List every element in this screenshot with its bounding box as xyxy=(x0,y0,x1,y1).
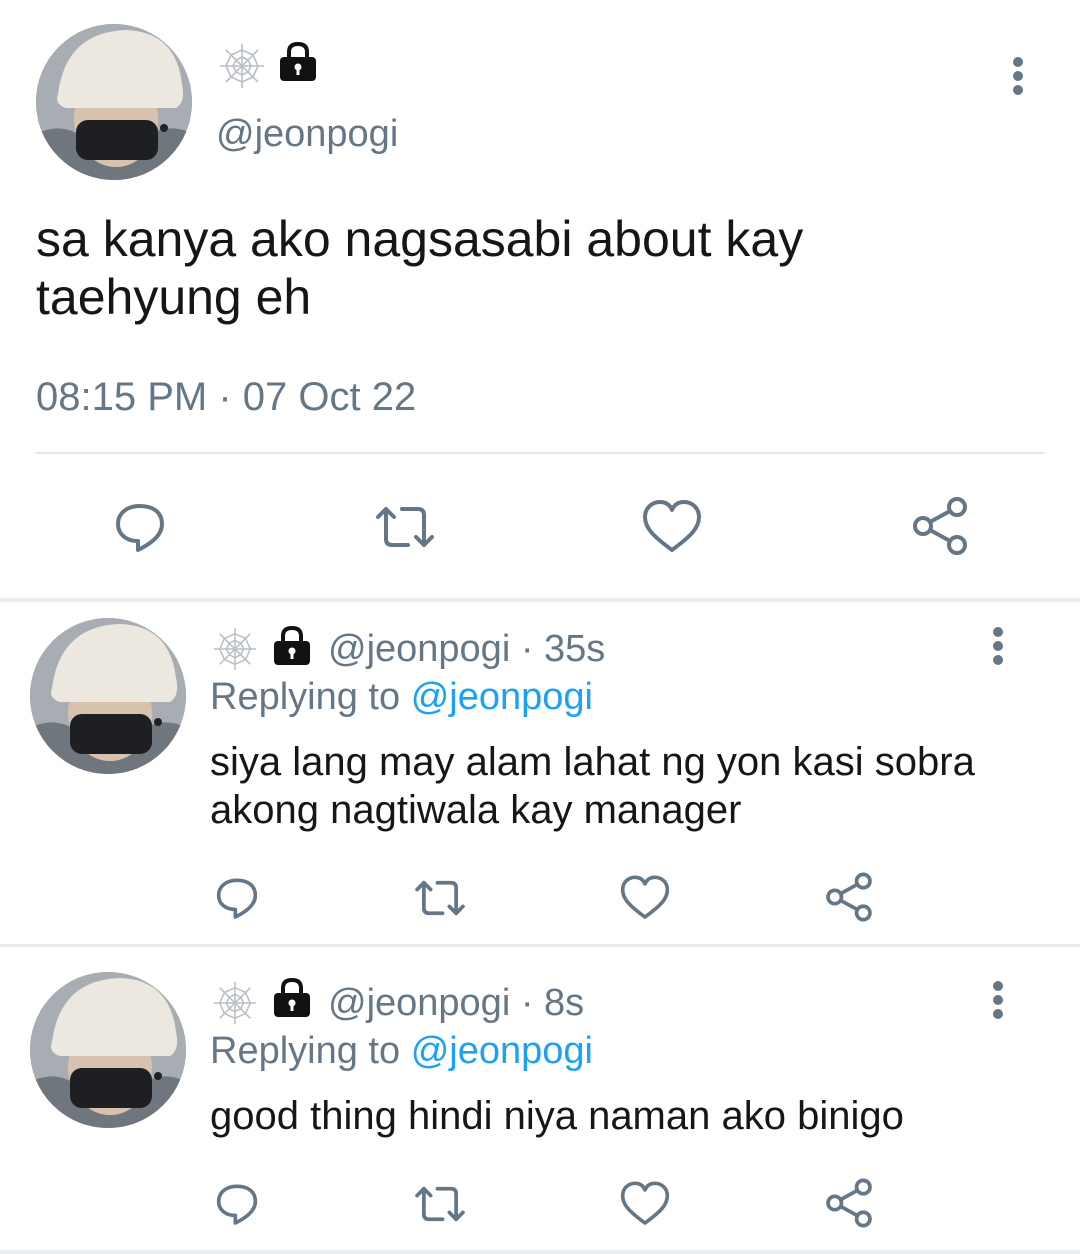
avatar[interactable] xyxy=(36,24,192,180)
lock-icon xyxy=(270,976,314,1020)
lock-icon xyxy=(276,40,320,84)
replying-to: Replying to @jeonpogi xyxy=(210,674,593,720)
like-icon[interactable] xyxy=(640,496,704,558)
avatar[interactable] xyxy=(30,972,186,1128)
stats-divider xyxy=(36,452,1044,454)
replying-to-label: Replying to xyxy=(210,676,401,718)
replying-to-handle[interactable]: @jeonpogi xyxy=(411,1030,593,1072)
more-options-icon[interactable] xyxy=(1004,54,1032,98)
more-options-icon[interactable] xyxy=(984,978,1012,1022)
replying-to-handle[interactable]: @jeonpogi xyxy=(411,676,593,718)
lock-icon xyxy=(270,624,314,668)
retweet-icon[interactable] xyxy=(412,1178,468,1230)
reply-header: @jeonpogi · 35s xyxy=(328,626,605,672)
handle[interactable]: @jeonpogi xyxy=(216,112,398,156)
section-divider xyxy=(0,598,1080,602)
tweet-text-line: sa kanya ako nagsasabi about kay xyxy=(36,211,804,267)
share-icon[interactable] xyxy=(822,1176,876,1230)
section-divider xyxy=(0,1250,1080,1254)
like-icon[interactable] xyxy=(618,872,672,924)
reply-text: siya lang may alam lahat ng yon kasi sob… xyxy=(210,738,975,834)
reply-icon[interactable] xyxy=(210,1176,264,1230)
timestamp: 08:15 PM · 07 Oct 22 xyxy=(36,375,417,419)
section-divider xyxy=(0,944,1080,947)
retweet-icon[interactable] xyxy=(412,872,468,924)
spider-web-icon xyxy=(212,980,258,1026)
avatar[interactable] xyxy=(30,618,186,774)
spider-web-icon xyxy=(218,42,266,90)
spider-web-icon xyxy=(212,626,258,672)
reply-text-line: siya lang may alam lahat ng yon kasi sob… xyxy=(210,740,975,784)
replying-to-label: Replying to xyxy=(210,1030,401,1072)
like-icon[interactable] xyxy=(618,1178,672,1230)
retweet-icon[interactable] xyxy=(372,496,438,558)
more-options-icon[interactable] xyxy=(984,624,1012,668)
reply-header: @jeonpogi · 8s xyxy=(328,980,584,1026)
tweet-text-line: taehyung eh xyxy=(36,269,312,325)
tweet-text: sa kanya ako nagsasabi about kay taehyun… xyxy=(36,210,803,326)
reply-text-line: akong nagtiwala kay manager xyxy=(210,788,742,832)
replying-to: Replying to @jeonpogi xyxy=(210,1028,593,1074)
reply-icon[interactable] xyxy=(108,494,172,558)
share-icon[interactable] xyxy=(822,870,876,924)
reply-text-line: good thing hindi niya naman ako binigo xyxy=(210,1094,904,1138)
reply-time: · 8s xyxy=(520,982,585,1024)
reply-icon[interactable] xyxy=(210,870,264,924)
share-icon[interactable] xyxy=(908,494,972,558)
handle[interactable]: @jeonpogi xyxy=(328,628,510,670)
reply-text: good thing hindi niya naman ako binigo xyxy=(210,1092,904,1140)
reply-time: · 35s xyxy=(520,628,606,670)
handle[interactable]: @jeonpogi xyxy=(328,982,510,1024)
